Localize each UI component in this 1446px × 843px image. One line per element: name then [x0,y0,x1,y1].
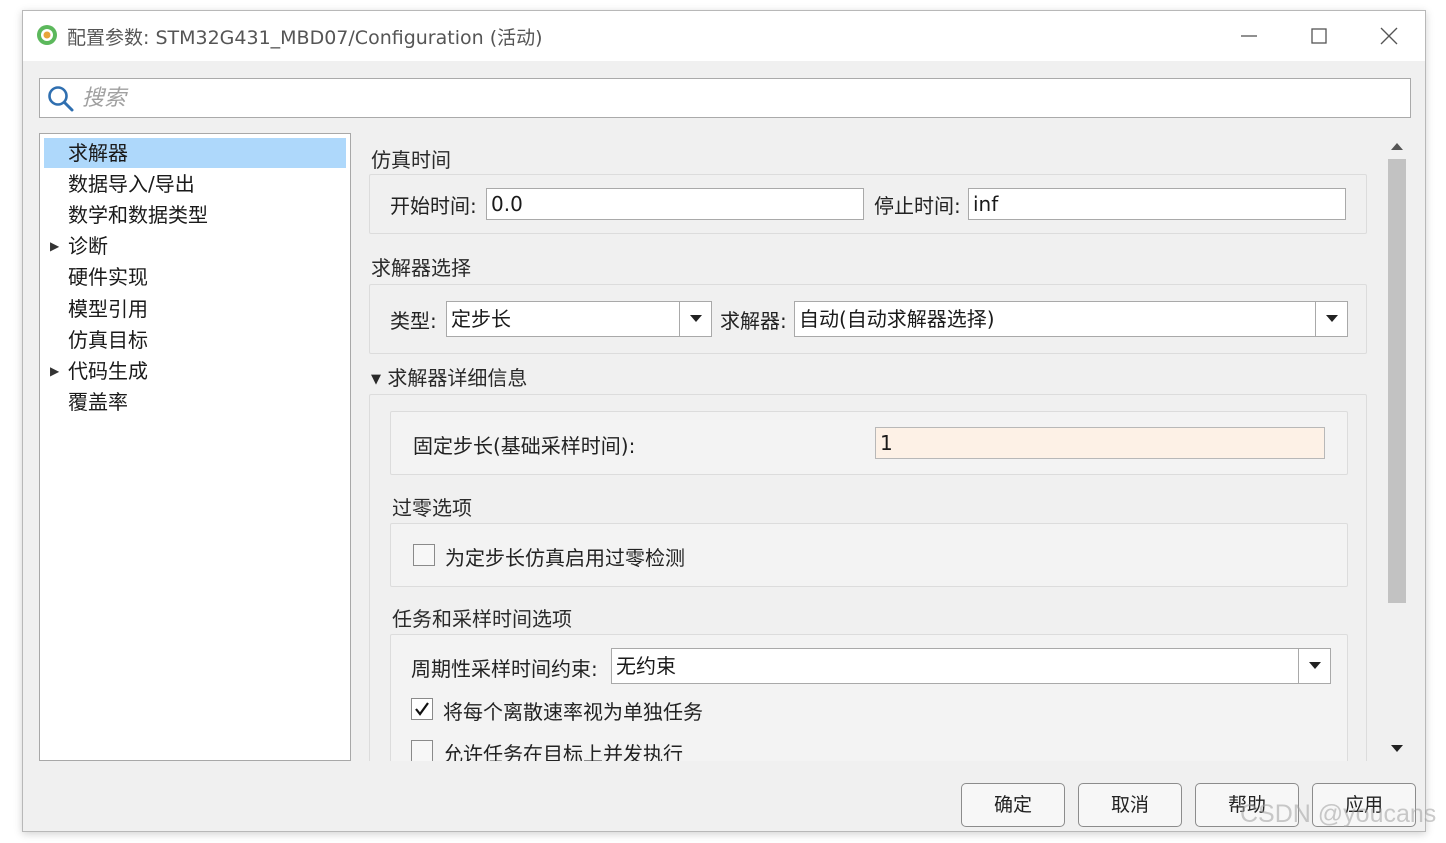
tree-item-label: 数据导入/导出 [68,172,195,196]
solver-type-value: 定步长 [451,307,511,331]
solver-details-group: 固定步长(基础采样时间): 1 过零选项 为定步长仿真启用过零检测 任务和采样时… [369,394,1367,761]
config-dialog: 配置参数: STM32G431_MBD07/Configuration (活动)… [22,10,1426,832]
scroll-thumb[interactable] [1388,159,1406,603]
app-icon [37,25,57,45]
zero-crossing-label: 为定步长仿真启用过零检测 [445,546,685,570]
scroll-down-icon[interactable] [1385,739,1409,759]
start-time-label: 开始时间: [390,194,477,218]
tree-item-label: 覆盖率 [68,390,128,414]
solver-label: 求解器: [720,309,787,333]
tree-item-solver[interactable]: 求解器 [44,138,346,168]
tree-item-label: 求解器 [68,141,128,165]
tree-item-label: 模型引用 [68,297,148,321]
solver-value: 自动(自动求解器选择) [799,307,995,331]
search-icon [48,86,74,112]
zero-crossing-checkbox[interactable] [413,544,435,566]
title-bar: 配置参数: STM32G431_MBD07/Configuration (活动) [23,11,1425,61]
checkmark-icon [415,702,429,716]
periodic-constraint-dropdown[interactable]: 无约束 [611,648,1331,684]
section-title-solver-details: 求解器详细信息 [387,366,528,390]
expand-arrow-icon[interactable]: ▶ [50,231,59,261]
chevron-down-icon[interactable] [1298,649,1330,683]
cancel-button[interactable]: 取消 [1078,783,1182,827]
sim-time-group: 开始时间: 0.0 停止时间: inf [369,174,1367,234]
tree-item-diagnostics[interactable]: ▶ 诊断 [44,231,346,261]
fixed-step-label: 固定步长(基础采样时间): [413,434,636,458]
scroll-up-icon[interactable] [1385,137,1409,157]
close-icon [1380,27,1398,45]
tasks-group: 周期性采样时间约束: 无约束 将每个离散速率视为单独任务 允许任务在目标上并发执… [390,634,1348,761]
concurrent-tasks-checkbox[interactable] [411,740,433,761]
tree-item-label: 诊断 [68,234,108,258]
tree-item-label: 仿真目标 [68,328,148,352]
chevron-down-icon[interactable] [679,302,711,336]
section-title-sim-time: 仿真时间 [371,148,451,172]
ok-button[interactable]: 确定 [961,783,1065,827]
section-title-solver-selection: 求解器选择 [371,256,471,280]
each-rate-task-checkbox[interactable] [411,698,433,720]
settings-panel: 仿真时间 开始时间: 0.0 停止时间: inf 求解器选择 类型: 定步长 求… [359,133,1381,761]
search-bar [39,78,1411,118]
tree-item-math-data-types[interactable]: 数学和数据类型 [44,200,346,230]
chevron-down-icon[interactable] [1315,302,1347,336]
periodic-constraint-label: 周期性采样时间约束: [411,657,598,681]
tree-item-hardware-implementation[interactable]: 硬件实现 [44,262,346,292]
search-input[interactable] [80,83,1400,113]
each-rate-task-label: 将每个离散速率视为单独任务 [443,700,703,724]
tree-item-data-import-export[interactable]: 数据导入/导出 [44,169,346,199]
close-button[interactable] [1369,19,1409,53]
tree-item-label: 数学和数据类型 [68,203,208,227]
tree-item-coverage[interactable]: 覆盖率 [44,387,346,417]
fixed-step-input[interactable]: 1 [875,427,1325,459]
solver-dropdown[interactable]: 自动(自动求解器选择) [794,301,1348,337]
category-tree: 求解器 数据导入/导出 数学和数据类型 ▶ 诊断 硬件实现 模型引用 仿真目标 … [39,133,351,761]
expand-arrow-icon[interactable]: ▶ [50,356,59,386]
concurrent-tasks-label: 允许任务在目标上并发执行 [443,742,683,761]
fixed-step-group: 固定步长(基础采样时间): 1 [390,411,1348,475]
tree-item-code-generation[interactable]: ▶ 代码生成 [44,356,346,386]
tree-item-label: 硬件实现 [68,265,148,289]
periodic-constraint-value: 无约束 [616,654,676,678]
section-title-tasks: 任务和采样时间选项 [392,607,572,631]
tree-item-label: 代码生成 [68,359,148,383]
tree-item-simulation-target[interactable]: 仿真目标 [44,325,346,355]
stop-time-input[interactable]: inf [968,188,1346,220]
tree-item-model-referencing[interactable]: 模型引用 [44,294,346,324]
stop-time-label: 停止时间: [874,194,961,218]
solver-type-label: 类型: [390,309,437,333]
minimize-button[interactable] [1229,19,1269,53]
collapse-arrow-icon: ▼ [371,372,381,387]
window-title: 配置参数: STM32G431_MBD07/Configuration (活动) [67,27,543,49]
watermark: CSDN @youcans [1240,800,1437,828]
solver-selection-group: 类型: 定步长 求解器: 自动(自动求解器选择) [369,284,1367,354]
maximize-button[interactable] [1299,19,1339,53]
solver-details-toggle[interactable]: ▼ 求解器详细信息 [371,362,527,391]
section-title-zero-crossing: 过零选项 [392,496,472,520]
zero-crossing-group: 为定步长仿真启用过零检测 [390,523,1348,587]
minimize-icon [1241,35,1257,37]
vertical-scrollbar[interactable] [1385,135,1409,761]
solver-type-dropdown[interactable]: 定步长 [446,301,712,337]
maximize-icon [1311,28,1327,44]
start-time-input[interactable]: 0.0 [486,188,864,220]
